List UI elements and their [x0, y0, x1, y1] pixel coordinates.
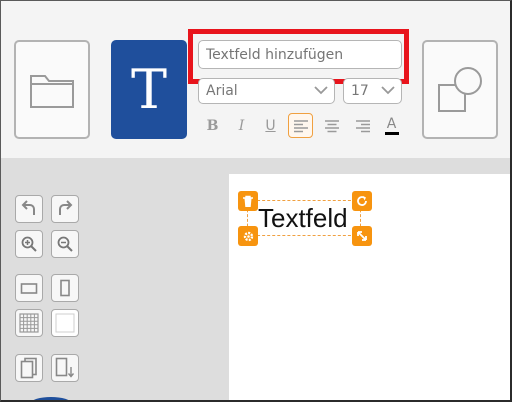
align-right-icon: [355, 119, 370, 132]
pages-button[interactable]: [15, 354, 43, 382]
landscape-page-icon: [20, 283, 38, 294]
text-tool-glyph: T: [130, 57, 168, 121]
zoom-out-button[interactable]: [51, 230, 79, 258]
rotate-handle[interactable]: [352, 191, 372, 211]
zoom-in-button[interactable]: [15, 230, 43, 258]
text-color-button[interactable]: A: [379, 113, 404, 138]
portrait-page-icon: [60, 279, 70, 297]
text-color-glyph: A: [386, 115, 397, 132]
font-family-value: Arial: [206, 83, 238, 99]
page-add-icon: [55, 357, 75, 378]
align-center-icon: [324, 119, 339, 132]
italic-button[interactable]: I: [229, 113, 254, 138]
gear-icon: [243, 231, 253, 241]
bold-button[interactable]: B: [200, 113, 225, 138]
resize-icon: [357, 231, 367, 241]
brand-badge: [31, 397, 71, 400]
undo-button[interactable]: [15, 195, 43, 223]
redo-button[interactable]: [51, 195, 79, 223]
align-center-button[interactable]: [319, 113, 344, 138]
chevron-down-icon: [381, 86, 395, 95]
toolbar: T Arial 17 B I U: [1, 1, 510, 158]
align-left-button[interactable]: [288, 113, 313, 138]
align-left-icon: [293, 119, 308, 132]
text-object-label: Textfeld: [258, 203, 348, 233]
open-file-button[interactable]: [14, 40, 90, 139]
font-size-select[interactable]: 17: [343, 78, 402, 104]
text-object[interactable]: Textfeld: [247, 200, 361, 236]
bold-glyph: B: [206, 117, 219, 134]
text-color-swatch: [384, 131, 399, 135]
zoom-out-icon: [57, 236, 73, 252]
font-family-select[interactable]: Arial: [198, 78, 335, 104]
app-window: T Arial 17 B I U: [0, 0, 512, 402]
add-textfield-input[interactable]: [198, 40, 402, 69]
blank-page-button[interactable]: [51, 309, 79, 337]
shapes-button[interactable]: [422, 40, 498, 139]
blank-page-icon: [55, 313, 75, 333]
page-add-button[interactable]: [51, 354, 79, 382]
settings-handle[interactable]: [238, 226, 258, 246]
side-panel: [1, 158, 229, 400]
undo-icon: [21, 200, 35, 215]
grid-button[interactable]: [15, 309, 43, 337]
delete-handle[interactable]: [238, 191, 258, 211]
underline-button[interactable]: U: [258, 113, 283, 138]
redo-icon: [59, 200, 73, 215]
trash-icon: [243, 195, 253, 207]
rotate-icon: [357, 196, 367, 206]
italic-glyph: I: [238, 117, 245, 134]
chevron-down-icon: [314, 86, 328, 95]
canvas-margin: [229, 158, 510, 174]
shapes-icon: [438, 66, 482, 112]
pages-icon: [20, 357, 37, 379]
zoom-in-icon: [21, 236, 37, 252]
font-size-value: 17: [351, 83, 369, 99]
align-right-button[interactable]: [350, 113, 375, 138]
grid-icon: [19, 313, 39, 333]
resize-handle[interactable]: [352, 226, 372, 246]
portrait-page-button[interactable]: [51, 274, 79, 302]
landscape-page-button[interactable]: [15, 274, 43, 302]
folder-icon: [30, 74, 74, 108]
text-tool-button[interactable]: T: [111, 40, 187, 139]
underline-glyph: U: [265, 117, 276, 134]
